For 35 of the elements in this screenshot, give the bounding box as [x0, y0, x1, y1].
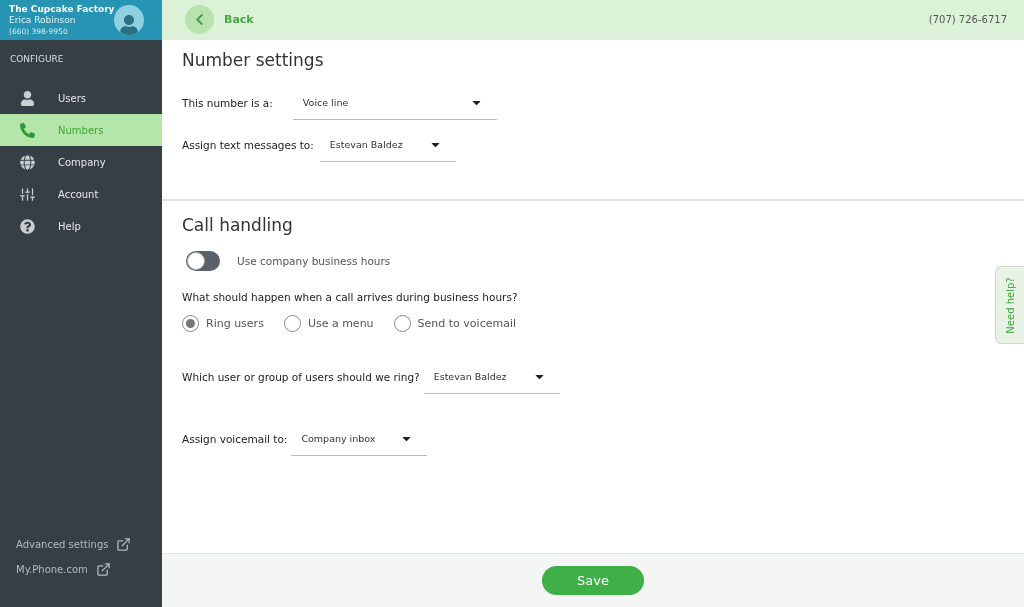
field-label: Assign text messages to:: [182, 138, 314, 151]
sliders-icon: [18, 186, 36, 202]
dropdown[interactable]: Estevan Baldez: [319, 127, 456, 162]
external-link-icon: [116, 537, 132, 552]
field-label: Assign voicemail to:: [182, 432, 288, 445]
sidebar-item[interactable]: Account: [0, 178, 162, 210]
external-link-icon: [95, 562, 111, 577]
phone-icon: [18, 122, 36, 138]
dropdown[interactable]: Estevan Baldez: [423, 359, 560, 394]
sidebar-item[interactable]: Users: [0, 82, 162, 114]
sidebar-item[interactable]: Help: [0, 210, 162, 242]
section-heading: CONFIGURE: [9, 53, 65, 66]
user-icon: [18, 90, 36, 106]
toggle-switch[interactable]: [186, 250, 220, 271]
chevron-left-icon: [185, 5, 214, 35]
radio-option[interactable]: Use a menu: [283, 314, 374, 332]
field-label: Which user or group of users should we ring?: [182, 370, 420, 383]
help-icon: [18, 218, 36, 234]
phone-number: (707) 726-6717: [928, 14, 1007, 26]
external-link[interactable]: Advanced settings: [16, 537, 162, 552]
dropdown[interactable]: Voice line: [292, 85, 497, 120]
section-title: Number settings: [182, 49, 325, 70]
globe-icon: [18, 154, 36, 170]
section-title: Call handling: [182, 214, 294, 235]
company-name: The Cupcake Factory: [9, 3, 115, 15]
radio-option[interactable]: Send to voicemail: [393, 314, 516, 332]
dropdown[interactable]: Company inbox: [291, 421, 428, 456]
question-text: What should happen when a call arrives during business hours?: [182, 290, 518, 303]
radio-option[interactable]: Ring users: [182, 314, 264, 332]
avatar-icon: [114, 5, 144, 35]
external-link[interactable]: My.Phone.com: [16, 562, 162, 577]
field-label: This number is a:: [182, 96, 273, 109]
sidebar-item[interactable]: Company: [0, 146, 162, 178]
user-name: Erica Robinson: [9, 14, 77, 26]
toggle-label: Use company business hours: [237, 254, 391, 267]
